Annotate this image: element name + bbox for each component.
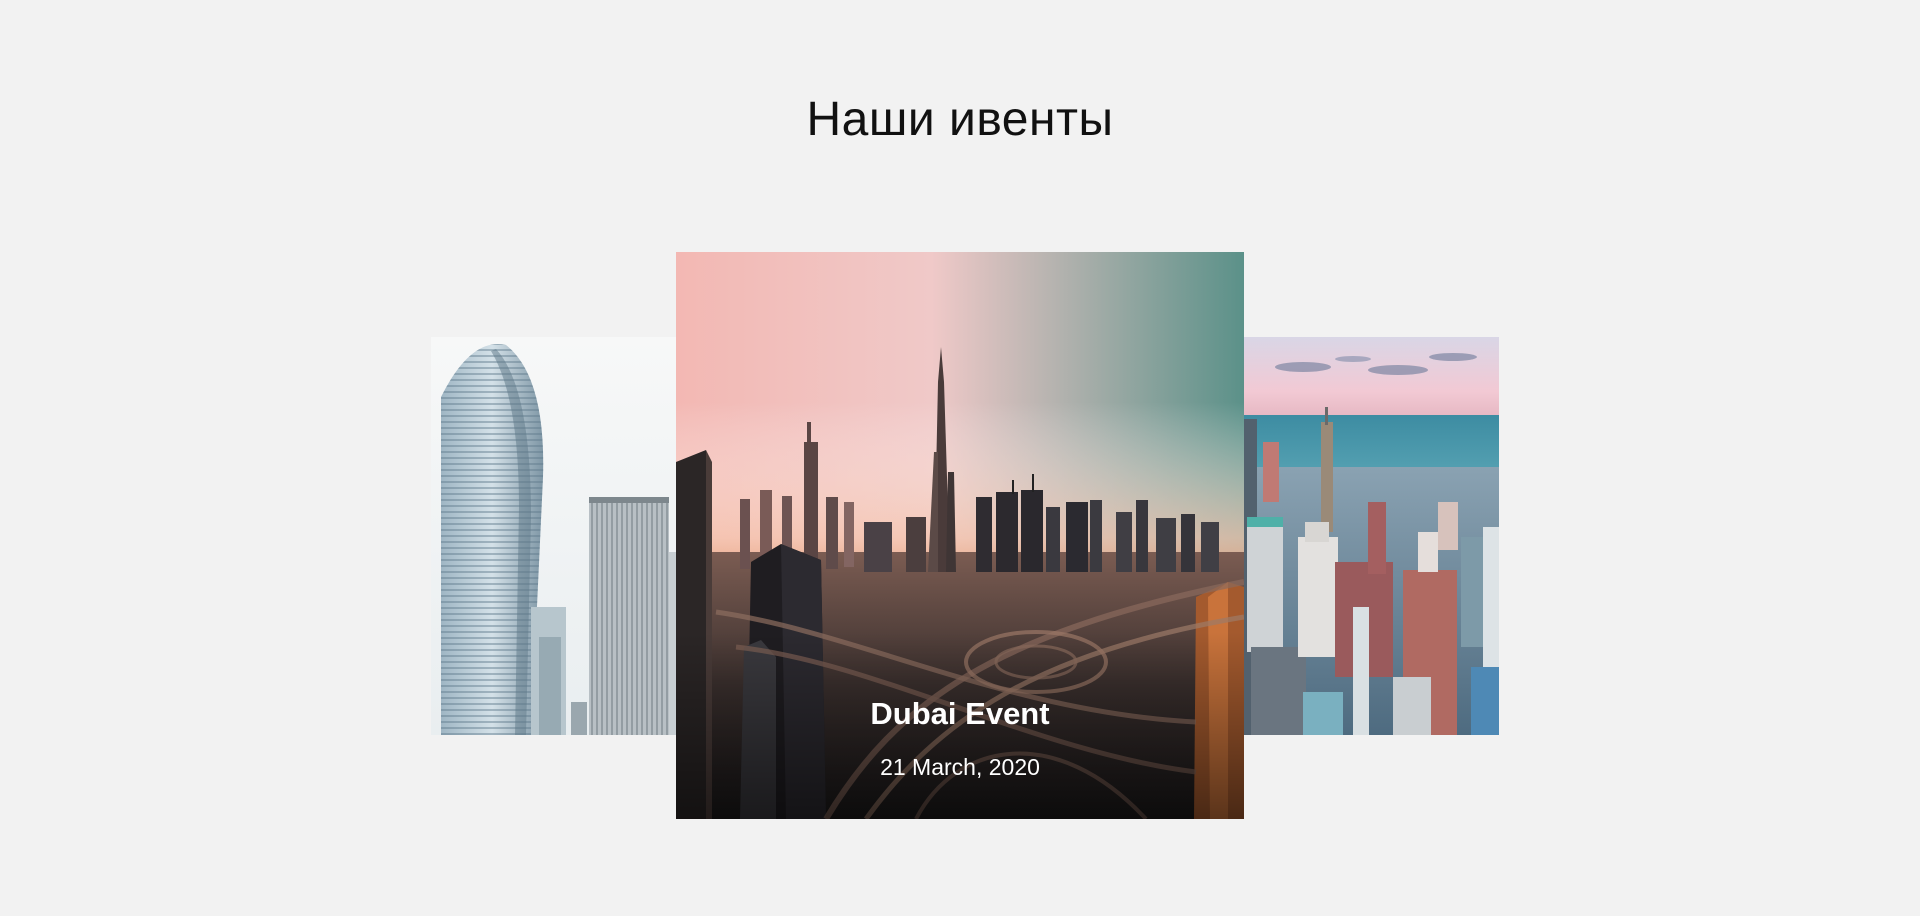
section-title: Наши ивенты <box>806 93 1114 146</box>
center-event-image <box>676 252 1244 819</box>
event-card-active[interactable] <box>676 252 1244 819</box>
event-card-right[interactable] <box>1243 337 1499 735</box>
left-event-image <box>431 337 676 735</box>
event-card-left[interactable] <box>431 337 676 735</box>
right-event-image <box>1243 337 1499 735</box>
events-page: Наши ивенты Dubai Event 21 March, 2020 <box>0 0 1920 916</box>
